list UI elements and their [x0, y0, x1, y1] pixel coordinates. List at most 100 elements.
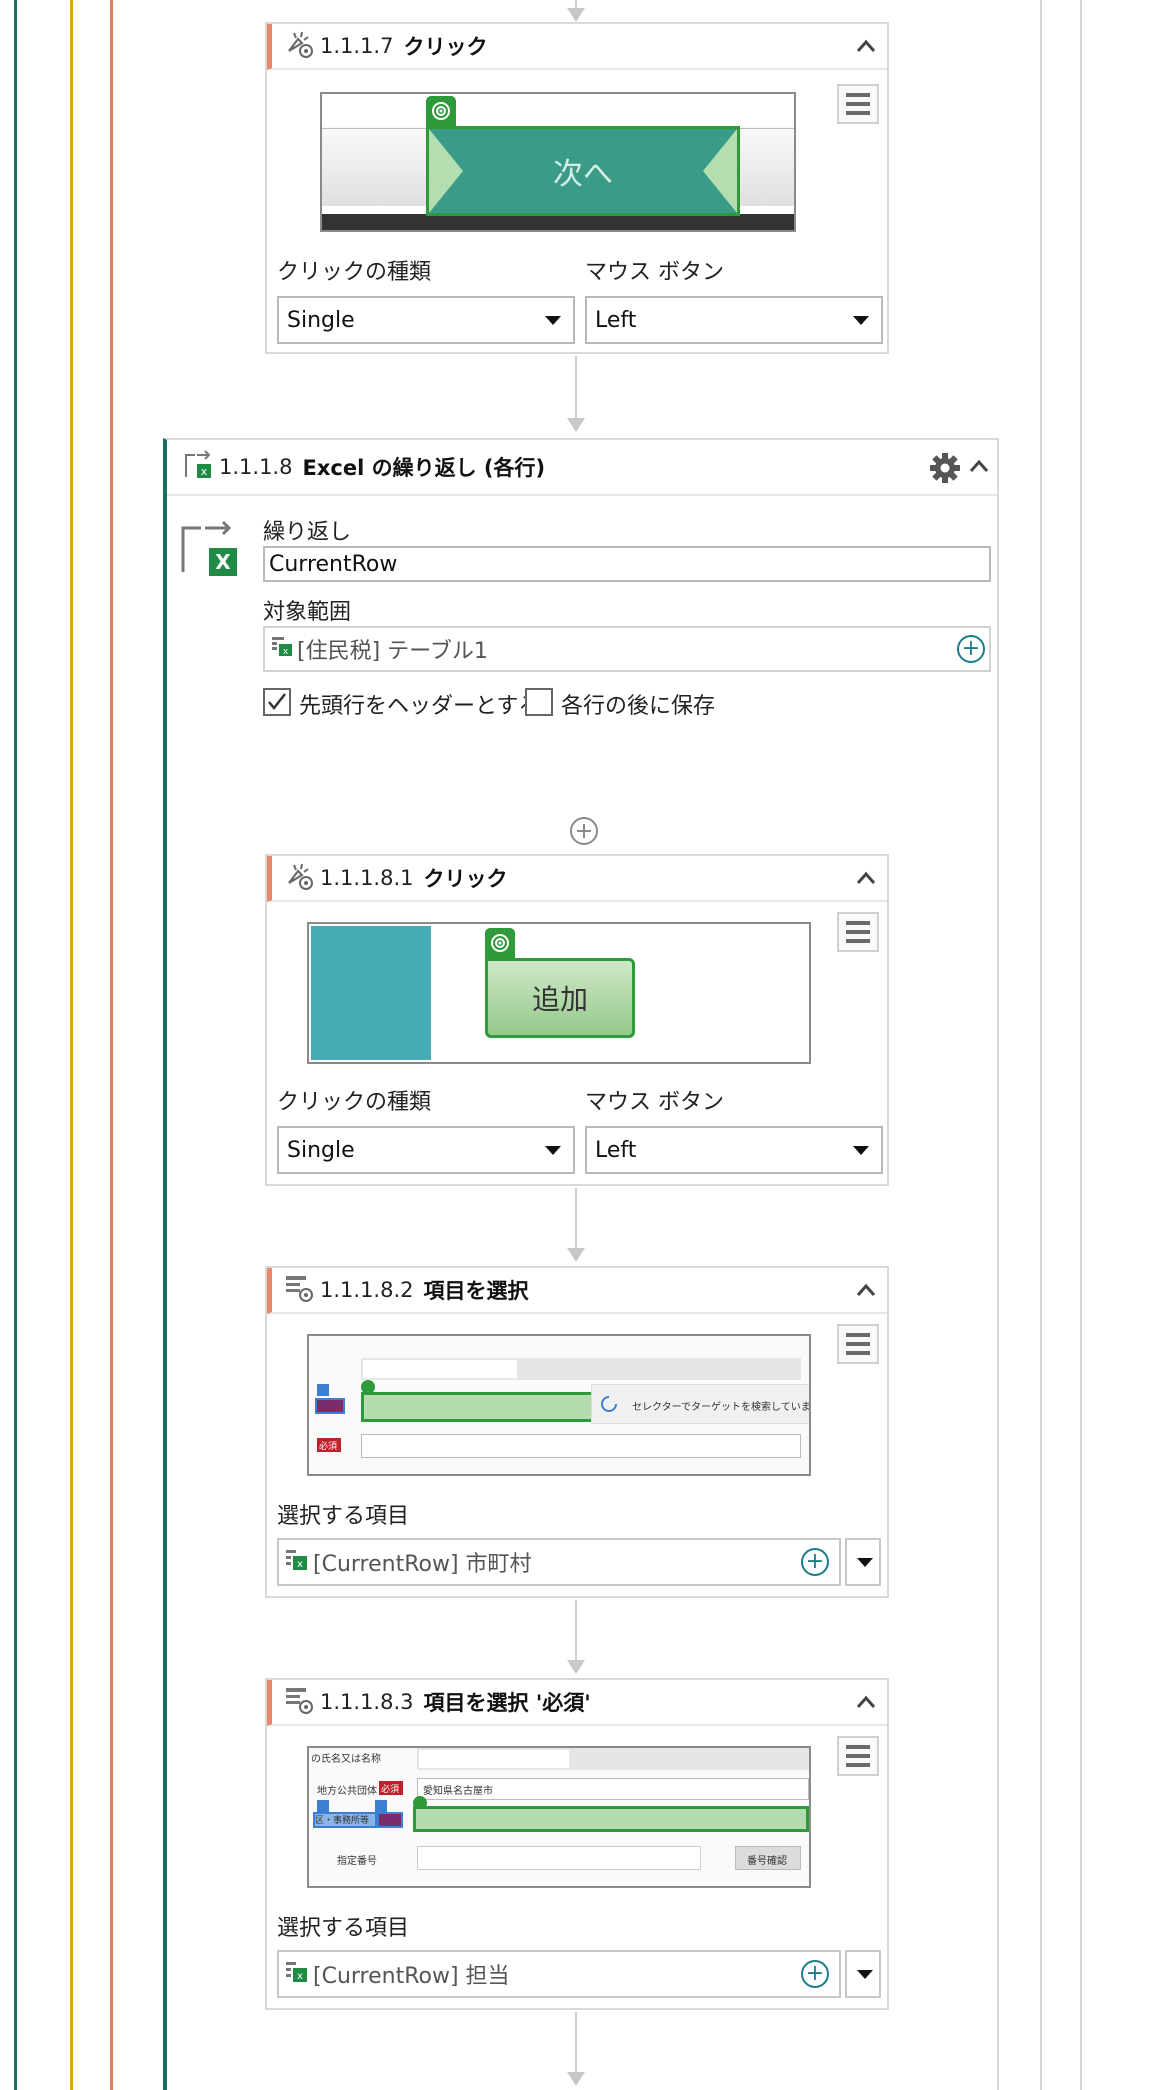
- right-border-line-outer: [1080, 0, 1082, 2090]
- connector-arrow: [567, 8, 585, 22]
- header-row-checkbox[interactable]: [263, 688, 291, 716]
- add-variable-icon[interactable]: +: [801, 1548, 829, 1576]
- target-preview-image: 次へ: [320, 92, 796, 232]
- collapse-chevron-icon[interactable]: [855, 1279, 877, 1301]
- connector-arrow: [567, 1248, 585, 1262]
- activity-title: Excel の繰り返し (各行): [302, 456, 546, 480]
- activity-title: 項目を選択 '必須': [423, 1691, 591, 1715]
- mouse-button-dropdown[interactable]: Left: [585, 296, 883, 344]
- click-activity-icon: [284, 861, 314, 895]
- svg-text:x: x: [201, 465, 208, 478]
- activity-number: 1.1.1.8.1: [320, 866, 414, 890]
- activity-card-click-1117[interactable]: 1.1.1.7 クリック 次へ クリックの種類 マウス ボタン Single L…: [265, 22, 889, 354]
- item-to-select-input[interactable]: x [CurrentRow] 市町村 +: [277, 1538, 841, 1586]
- activity-header[interactable]: 1.1.1.8.2 項目を選択: [267, 1268, 887, 1314]
- activity-header[interactable]: 1.1.1.8.1 クリック: [267, 856, 887, 902]
- activity-number: 1.1.1.7: [320, 34, 394, 58]
- select-item-activity-icon: [284, 1685, 314, 1719]
- activity-number: 1.1.1.8.2: [320, 1278, 414, 1302]
- excel-loop-icon: x: [183, 449, 215, 485]
- connector-arrow: [567, 418, 585, 432]
- sequence-guide-line-gold: [70, 0, 73, 2090]
- dropdown-caret-icon: [545, 316, 561, 325]
- connector-arrow: [567, 2072, 585, 2086]
- dropdown-caret-icon: [853, 316, 869, 325]
- collapse-chevron-icon[interactable]: [855, 1691, 877, 1713]
- anchor-icon: [317, 1384, 329, 1396]
- sequence-guide-line-coral: [110, 0, 113, 2090]
- target-preview-image: 追加: [307, 922, 811, 1064]
- save-each-row-checkbox[interactable]: [525, 688, 553, 716]
- svg-text:x: x: [297, 1559, 303, 1570]
- select-item-activity-icon: [284, 1273, 314, 1307]
- activity-menu-button[interactable]: [837, 912, 879, 952]
- add-variable-icon[interactable]: +: [957, 635, 985, 663]
- connector-arrow: [567, 1660, 585, 1674]
- collapse-chevron-icon[interactable]: [969, 458, 989, 477]
- activity-menu-button[interactable]: [837, 84, 879, 124]
- dropdown-caret-icon: [857, 1558, 873, 1567]
- connector-line: [575, 1188, 577, 1248]
- anchor-icon: [317, 1800, 329, 1812]
- svg-text:x: x: [297, 1971, 303, 1982]
- activity-menu-button[interactable]: [837, 1324, 879, 1364]
- mouse-button-label: マウス ボタン: [585, 260, 724, 285]
- activity-card-select-11182[interactable]: 1.1.1.8.2 項目を選択 セレクターでターゲットを検索しています。 必須 …: [265, 1266, 889, 1598]
- excel-loop-large-icon: X: [179, 518, 241, 584]
- activity-number: 1.1.1.8.3: [320, 1690, 414, 1714]
- collapse-chevron-icon[interactable]: [855, 35, 877, 57]
- preview-add-button: 追加: [485, 958, 635, 1038]
- gear-icon[interactable]: [929, 452, 961, 488]
- header-row-checkbox-label: 先頭行をヘッダーとする: [299, 694, 541, 719]
- repeat-variable-input[interactable]: CurrentRow: [263, 546, 991, 582]
- activity-title: クリック: [423, 867, 508, 891]
- range-input[interactable]: x [住民税] テーブル1 +: [263, 626, 991, 672]
- connector-line: [575, 1600, 577, 1662]
- sequence-guide-line-teal: [14, 0, 17, 2090]
- item-dropdown-button[interactable]: [845, 1950, 881, 1998]
- target-preview-image: セレクターでターゲットを検索しています。 必須: [307, 1334, 811, 1476]
- click-type-dropdown[interactable]: Single: [277, 1126, 575, 1174]
- item-dropdown-button[interactable]: [845, 1538, 881, 1586]
- activity-card-select-11183[interactable]: 1.1.1.8.3 項目を選択 '必須' の氏名又は名称 地方公共団体 必須 愛…: [265, 1678, 889, 2010]
- click-activity-icon: [284, 29, 314, 63]
- activity-title: クリック: [403, 35, 488, 59]
- target-preview-image: の氏名又は名称 地方公共団体 必須 愛知県名古屋市 区・事務所等 指定番号 番号…: [307, 1746, 811, 1888]
- repeat-label: 繰り返し: [263, 520, 352, 545]
- click-type-label: クリックの種類: [277, 260, 432, 285]
- add-activity-plus-icon[interactable]: [569, 816, 599, 850]
- activity-menu-button[interactable]: [837, 1736, 879, 1776]
- mouse-button-label: マウス ボタン: [585, 1090, 724, 1115]
- collapse-chevron-icon[interactable]: [855, 867, 877, 889]
- anchor-icon: [375, 1800, 387, 1812]
- item-to-select-input[interactable]: x [CurrentRow] 担当 +: [277, 1950, 841, 1998]
- activity-header[interactable]: 1.1.1.7 クリック: [267, 24, 887, 70]
- target-icon: [426, 96, 456, 126]
- activity-card-click-11181[interactable]: 1.1.1.8.1 クリック 追加 クリックの種類 マウス ボタン Single…: [265, 854, 889, 1186]
- connector-line: [575, 356, 577, 418]
- dropdown-caret-icon: [545, 1146, 561, 1155]
- click-type-dropdown[interactable]: Single: [277, 296, 575, 344]
- loop-header[interactable]: x 1.1.1.8 Excel の繰り返し (各行): [167, 440, 997, 496]
- save-each-row-checkbox-label: 各行の後に保存: [561, 694, 716, 719]
- item-to-select-label: 選択する項目: [277, 1504, 410, 1529]
- preview-next-button: 次へ: [426, 126, 740, 216]
- excel-row-icon: x: [285, 1959, 309, 1989]
- activity-number: 1.1.1.8: [219, 455, 293, 479]
- item-to-select-label: 選択する項目: [277, 1916, 410, 1941]
- range-label: 対象範囲: [263, 600, 352, 625]
- activity-header[interactable]: 1.1.1.8.3 項目を選択 '必須': [267, 1680, 887, 1726]
- svg-text:x: x: [283, 647, 289, 657]
- excel-table-icon: x: [271, 635, 293, 663]
- activity-title: 項目を選択: [423, 1279, 529, 1303]
- target-icon: [361, 1380, 375, 1394]
- excel-row-icon: x: [285, 1547, 309, 1577]
- add-variable-icon[interactable]: +: [801, 1960, 829, 1988]
- dropdown-caret-icon: [853, 1146, 869, 1155]
- dropdown-caret-icon: [857, 1970, 873, 1979]
- connector-line: [575, 2012, 577, 2072]
- click-type-label: クリックの種類: [277, 1090, 432, 1115]
- svg-text:X: X: [215, 550, 231, 574]
- target-icon: [485, 928, 515, 958]
- mouse-button-dropdown[interactable]: Left: [585, 1126, 883, 1174]
